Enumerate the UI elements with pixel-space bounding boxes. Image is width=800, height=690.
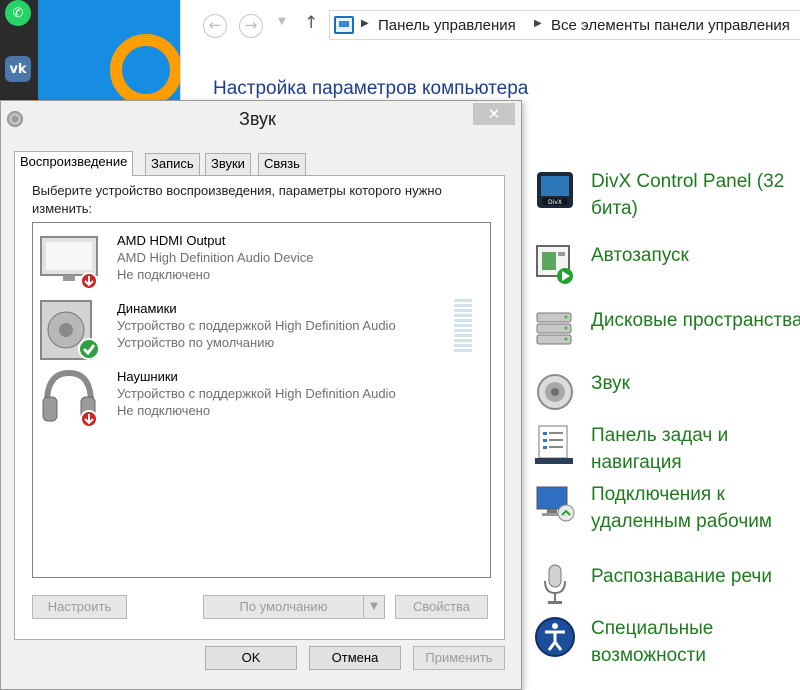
device-status: Устройство по умолчанию <box>117 335 275 350</box>
cp-item-label: Звук <box>591 373 630 394</box>
address-bar[interactable]: ▶ Панель управления ▶ Все элементы панел… <box>329 10 800 40</box>
taskbar: ✆ vk <box>0 0 38 100</box>
speaker-icon <box>537 374 573 410</box>
breadcrumb-all-items[interactable]: Все элементы панели управления <box>551 17 790 34</box>
background-mail-app <box>38 0 180 100</box>
control-panel-icon <box>334 16 354 34</box>
monitor-icon <box>40 236 98 290</box>
apply-button[interactable]: Применить <box>413 646 505 670</box>
device-driver: Устройство с поддержкой High Definition … <box>117 386 396 401</box>
sound-dialog: Звук ✕ Воспроизведение Запись Звуки Связ… <box>0 100 522 690</box>
back-arrow-icon[interactable]: ← <box>203 14 227 38</box>
device-name: AMD HDMI Output <box>117 233 226 248</box>
device-driver: Устройство с поддержкой High Definition … <box>117 318 396 333</box>
dialog-title: Звук <box>239 109 276 129</box>
cp-item-label: DivX Control Panel (32 бита) <box>591 171 785 219</box>
chevron-down-icon[interactable]: ▼ <box>363 595 385 619</box>
navigation-bar: ← → ▼ ↑ ▶ Панель управления ▶ Все элемен… <box>181 0 800 52</box>
cp-item-label: Подключения к удаленным рабочим <box>591 484 772 532</box>
device-status: Не подключено <box>117 267 211 282</box>
cp-item-label: Панель задач и навигация <box>591 425 729 473</box>
cancel-button[interactable]: Отмена <box>309 646 401 670</box>
remote-desktop-icon <box>536 486 575 522</box>
breadcrumb-chevron-icon: ▶ <box>361 18 369 29</box>
set-default-button[interactable]: По умолчанию <box>203 595 364 619</box>
page-title: Настройка параметров компьютера <box>213 78 529 99</box>
screen: ✆ vk ← → ▼ ↑ ▶ Панель управления ▶ Все э… <box>0 0 800 690</box>
forward-arrow-icon[interactable]: → <box>239 14 263 38</box>
instructions-text: Выберите устройство воспроизведения, пар… <box>32 183 442 216</box>
divx-icon: DivX <box>537 172 573 208</box>
device-list[interactable]: AMD HDMI Output AMD High Definition Audi… <box>32 222 491 578</box>
svg-text:DivX: DivX <box>548 199 562 206</box>
sound-app-icon <box>7 111 23 127</box>
whatsapp-icon[interactable]: ✆ <box>5 0 31 26</box>
close-icon[interactable]: ✕ <box>473 103 515 125</box>
cp-item-label: Дисковые пространства <box>591 310 800 331</box>
storage-spaces-icon <box>536 312 572 345</box>
mail-at-logo-icon <box>110 34 180 100</box>
device-name: Динамики <box>117 301 177 316</box>
tab-recording[interactable]: Запись <box>145 153 200 175</box>
list-item-speakers[interactable]: Динамики Устройство с поддержкой High De… <box>35 299 485 367</box>
tab-sounds[interactable]: Звуки <box>205 153 251 175</box>
breadcrumb-chevron-icon: ▶ <box>534 18 542 29</box>
ok-button[interactable]: OK <box>205 646 297 670</box>
tab-playback[interactable]: Воспроизведение <box>14 151 134 176</box>
properties-button[interactable]: Свойства <box>395 595 488 619</box>
cp-item-label: Распознавание речи <box>591 566 772 587</box>
taskbar-icon <box>535 425 573 464</box>
list-item-headphones[interactable]: Наушники Устройство с поддержкой High De… <box>35 367 485 435</box>
speaker-icon <box>40 300 100 360</box>
cp-item-label: Специальные возможности <box>591 618 714 666</box>
autoplay-icon <box>536 245 573 284</box>
list-item-amd-hdmi[interactable]: AMD HDMI Output AMD High Definition Audi… <box>35 231 485 299</box>
tab-communications[interactable]: Связь <box>258 153 306 175</box>
device-name: Наушники <box>117 369 178 384</box>
cp-item-label: Автозапуск <box>591 245 689 266</box>
volume-level-meter <box>454 299 472 353</box>
up-arrow-icon[interactable]: ↑ <box>304 13 318 33</box>
configure-button[interactable]: Настроить <box>32 595 127 619</box>
device-driver: AMD High Definition Audio Device <box>117 250 314 265</box>
dialog-titlebar[interactable]: Звук ✕ <box>1 101 521 137</box>
microphone-icon <box>544 564 566 604</box>
tab-panel-playback: Выберите устройство воспроизведения, пар… <box>14 175 505 640</box>
vk-icon[interactable]: vk <box>5 56 31 82</box>
accessibility-icon <box>535 617 575 657</box>
device-status: Не подключено <box>117 403 211 418</box>
headphones-icon <box>42 369 98 428</box>
recent-dropdown-icon[interactable]: ▼ <box>278 16 286 27</box>
breadcrumb-control-panel[interactable]: Панель управления <box>378 17 516 34</box>
